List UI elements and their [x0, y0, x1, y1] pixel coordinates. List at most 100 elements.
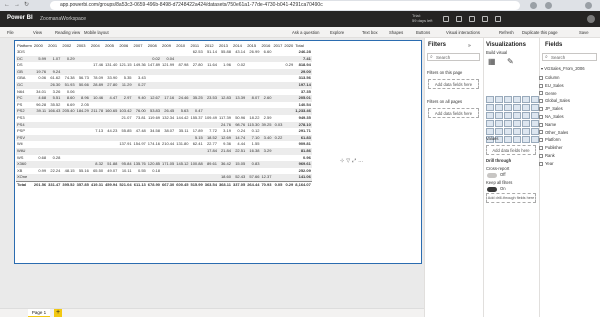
settings-icon[interactable] — [456, 16, 462, 22]
table-row[interactable]: PC 4.68 5.51 8.60 8.96 10.46 4.47 2.97 9.40 12.67… — [16, 95, 312, 102]
table-row[interactable]: 3DS 62.53 51.14 55.88 43.14 26.99 6.60 246.28 — [16, 49, 312, 56]
column-header[interactable]: 2005 — [104, 41, 118, 49]
checkbox-icon[interactable] — [539, 122, 543, 127]
profile-icon[interactable] — [585, 2, 592, 9]
checkbox-icon[interactable] — [539, 161, 543, 166]
checkbox-icon[interactable] — [539, 75, 543, 80]
visual-type-icon[interactable] — [504, 128, 512, 135]
help-icon[interactable] — [482, 16, 488, 22]
menu-view[interactable]: View — [33, 30, 42, 35]
keep-filters-toggle[interactable] — [487, 187, 497, 192]
visual-type-icon[interactable] — [495, 112, 503, 119]
table-row[interactable]: DC 5.99 1.07 0.29 0.02 0.04 7.41 — [16, 55, 312, 63]
table-row[interactable]: GC 26.30 51.93 50.66 28.89 27.80 11.29 0.27 197.… — [16, 81, 312, 89]
table-visual-icon[interactable]: ▦ — [488, 57, 496, 66]
table-row[interactable]: PS 96.28 35.52 6.69 2.05 140.54 — [16, 102, 312, 109]
table-row[interactable]: GBA 0.06 61.62 74.38 56.73 78.09 33.90 5.35 3.43… — [16, 75, 312, 82]
table-row[interactable]: WS 0.68 0.28 0.96 — [16, 155, 312, 162]
collapse-filters-icon[interactable]: » — [468, 43, 471, 49]
visual-type-icon[interactable] — [531, 96, 539, 103]
visual-type-icon[interactable] — [531, 128, 539, 135]
field-item[interactable]: NA_Sales — [539, 114, 564, 119]
menu-reading-view[interactable]: Reading view — [55, 30, 80, 35]
visual-type-icon[interactable] — [522, 96, 530, 103]
visual-type-icon[interactable] — [522, 120, 530, 127]
drill-through-well[interactable]: Add drill-through fields here — [486, 193, 536, 203]
field-item[interactable]: Column — [539, 75, 559, 80]
visual-type-icon[interactable] — [486, 120, 494, 127]
table-row[interactable]: PS2 39.11 166.43 205.40 184.29 211.78 160.65 10… — [16, 108, 312, 115]
bookmark-icon[interactable] — [545, 2, 552, 9]
visual-type-icon[interactable] — [513, 104, 521, 111]
visual-type-icon[interactable] — [504, 120, 512, 127]
fields-search-input[interactable]: ⌕ Search — [542, 53, 597, 61]
extension-icon[interactable] — [530, 2, 537, 9]
format-visual-icon[interactable]: ✎ — [507, 57, 514, 66]
visual-type-icon[interactable] — [495, 96, 503, 103]
visual-type-icon[interactable] — [513, 112, 521, 119]
visual-type-icon[interactable] — [513, 120, 521, 127]
workspace-name[interactable]: ZoomanaWorkspace — [40, 16, 86, 22]
checkbox-icon[interactable] — [539, 114, 543, 119]
visual-type-icon[interactable] — [513, 128, 521, 135]
reload-icon[interactable]: ↻ — [24, 1, 29, 10]
visual-type-icon[interactable] — [513, 136, 521, 143]
brand-name[interactable]: Power BI — [7, 15, 33, 21]
column-header[interactable]: 2016 — [260, 41, 272, 49]
tab-page-1[interactable]: Page 1 — [28, 309, 50, 317]
download-icon[interactable] — [469, 16, 475, 22]
table-row[interactable]: XB 0.99 22.24 48.15 55.16 65.50 49.07 10.11 0.55… — [16, 168, 312, 175]
visual-type-icon[interactable] — [513, 96, 521, 103]
visual-type-icon[interactable] — [486, 96, 494, 103]
visual-type-icon[interactable] — [522, 128, 530, 135]
column-header[interactable]: 2017 — [272, 41, 283, 49]
table-row[interactable]: X360 8.32 51.88 95.84 135.76 120.85 171.05 145.… — [16, 161, 312, 168]
column-header[interactable]: 2012 — [204, 41, 218, 49]
visual-interactions-button[interactable]: Visual interactions — [446, 30, 480, 35]
column-header[interactable]: 2013 — [218, 41, 232, 49]
avatar[interactable] — [587, 15, 595, 23]
column-header[interactable]: 2015 — [246, 41, 260, 49]
field-item[interactable]: JP_Sales — [539, 106, 563, 111]
feedback-icon[interactable] — [495, 16, 501, 22]
add-page-button[interactable]: + — [54, 309, 62, 317]
table-row[interactable]: PS4 24.76 98.76 115.30 39.25 0.03 278.10 — [16, 121, 312, 129]
visual-type-icon[interactable] — [495, 104, 503, 111]
column-header[interactable]: 2008 — [147, 41, 161, 49]
column-header-platform[interactable]: Platform — [16, 41, 33, 49]
menu-mobile-layout[interactable]: Mobile layout — [84, 30, 109, 35]
total-row[interactable]: Total 201.56 331.47 395.52 357.85 419.31 459.9… — [16, 180, 312, 189]
visual-type-icon[interactable] — [522, 104, 530, 111]
column-header[interactable]: 2000 — [33, 41, 47, 49]
visual-type-icon[interactable] — [495, 128, 503, 135]
column-header[interactable]: 2020 — [283, 41, 294, 49]
table-row[interactable]: GB 19.76 9.24 29.00 — [16, 68, 312, 76]
visual-type-icon[interactable] — [504, 96, 512, 103]
checkbox-icon[interactable] — [539, 83, 543, 88]
field-item[interactable]: Name — [539, 122, 556, 127]
table-row[interactable]: XOne 18.60 52.43 57.66 12.37 141.06 — [16, 174, 312, 182]
column-header[interactable]: Total — [294, 41, 312, 49]
column-header[interactable]: 2010 — [175, 41, 189, 49]
visual-type-icon[interactable] — [531, 120, 539, 127]
more-options-icon[interactable]: … — [358, 158, 365, 164]
column-header[interactable]: 2009 — [161, 41, 175, 49]
visual-type-icon[interactable] — [504, 136, 512, 143]
table-row[interactable]: PS3 21.07 73.81 119.69 132.34 144.42 155.37 109… — [16, 115, 312, 122]
column-header[interactable]: 2011 — [189, 41, 203, 49]
explore-button[interactable]: Explore — [330, 30, 344, 35]
visual-type-icon[interactable] — [531, 136, 539, 143]
column-header[interactable]: 2002 — [61, 41, 75, 49]
visual-type-icon[interactable] — [522, 112, 530, 119]
notification-icon[interactable] — [443, 16, 449, 22]
table-row[interactable]: Wii 137.91 154.97 174.16 210.44 131.80 62.41 22… — [16, 141, 312, 148]
checkbox-icon[interactable] — [539, 153, 543, 158]
text-box-button[interactable]: Text box — [362, 30, 378, 35]
table-row[interactable]: N64 34.01 3.26 0.06 37.35 — [16, 89, 312, 96]
shapes-button[interactable]: Shapes — [389, 30, 403, 35]
column-header[interactable]: 2014 — [232, 41, 246, 49]
table-row[interactable]: PSV 5.15 18.52 12.69 14.74 7.10 3.40 0.22 61.83 — [16, 134, 312, 142]
filters-search-input[interactable]: ⌕ Search — [427, 53, 480, 61]
field-item[interactable]: Global_Sales — [539, 98, 570, 103]
column-header[interactable]: 2004 — [90, 41, 104, 49]
